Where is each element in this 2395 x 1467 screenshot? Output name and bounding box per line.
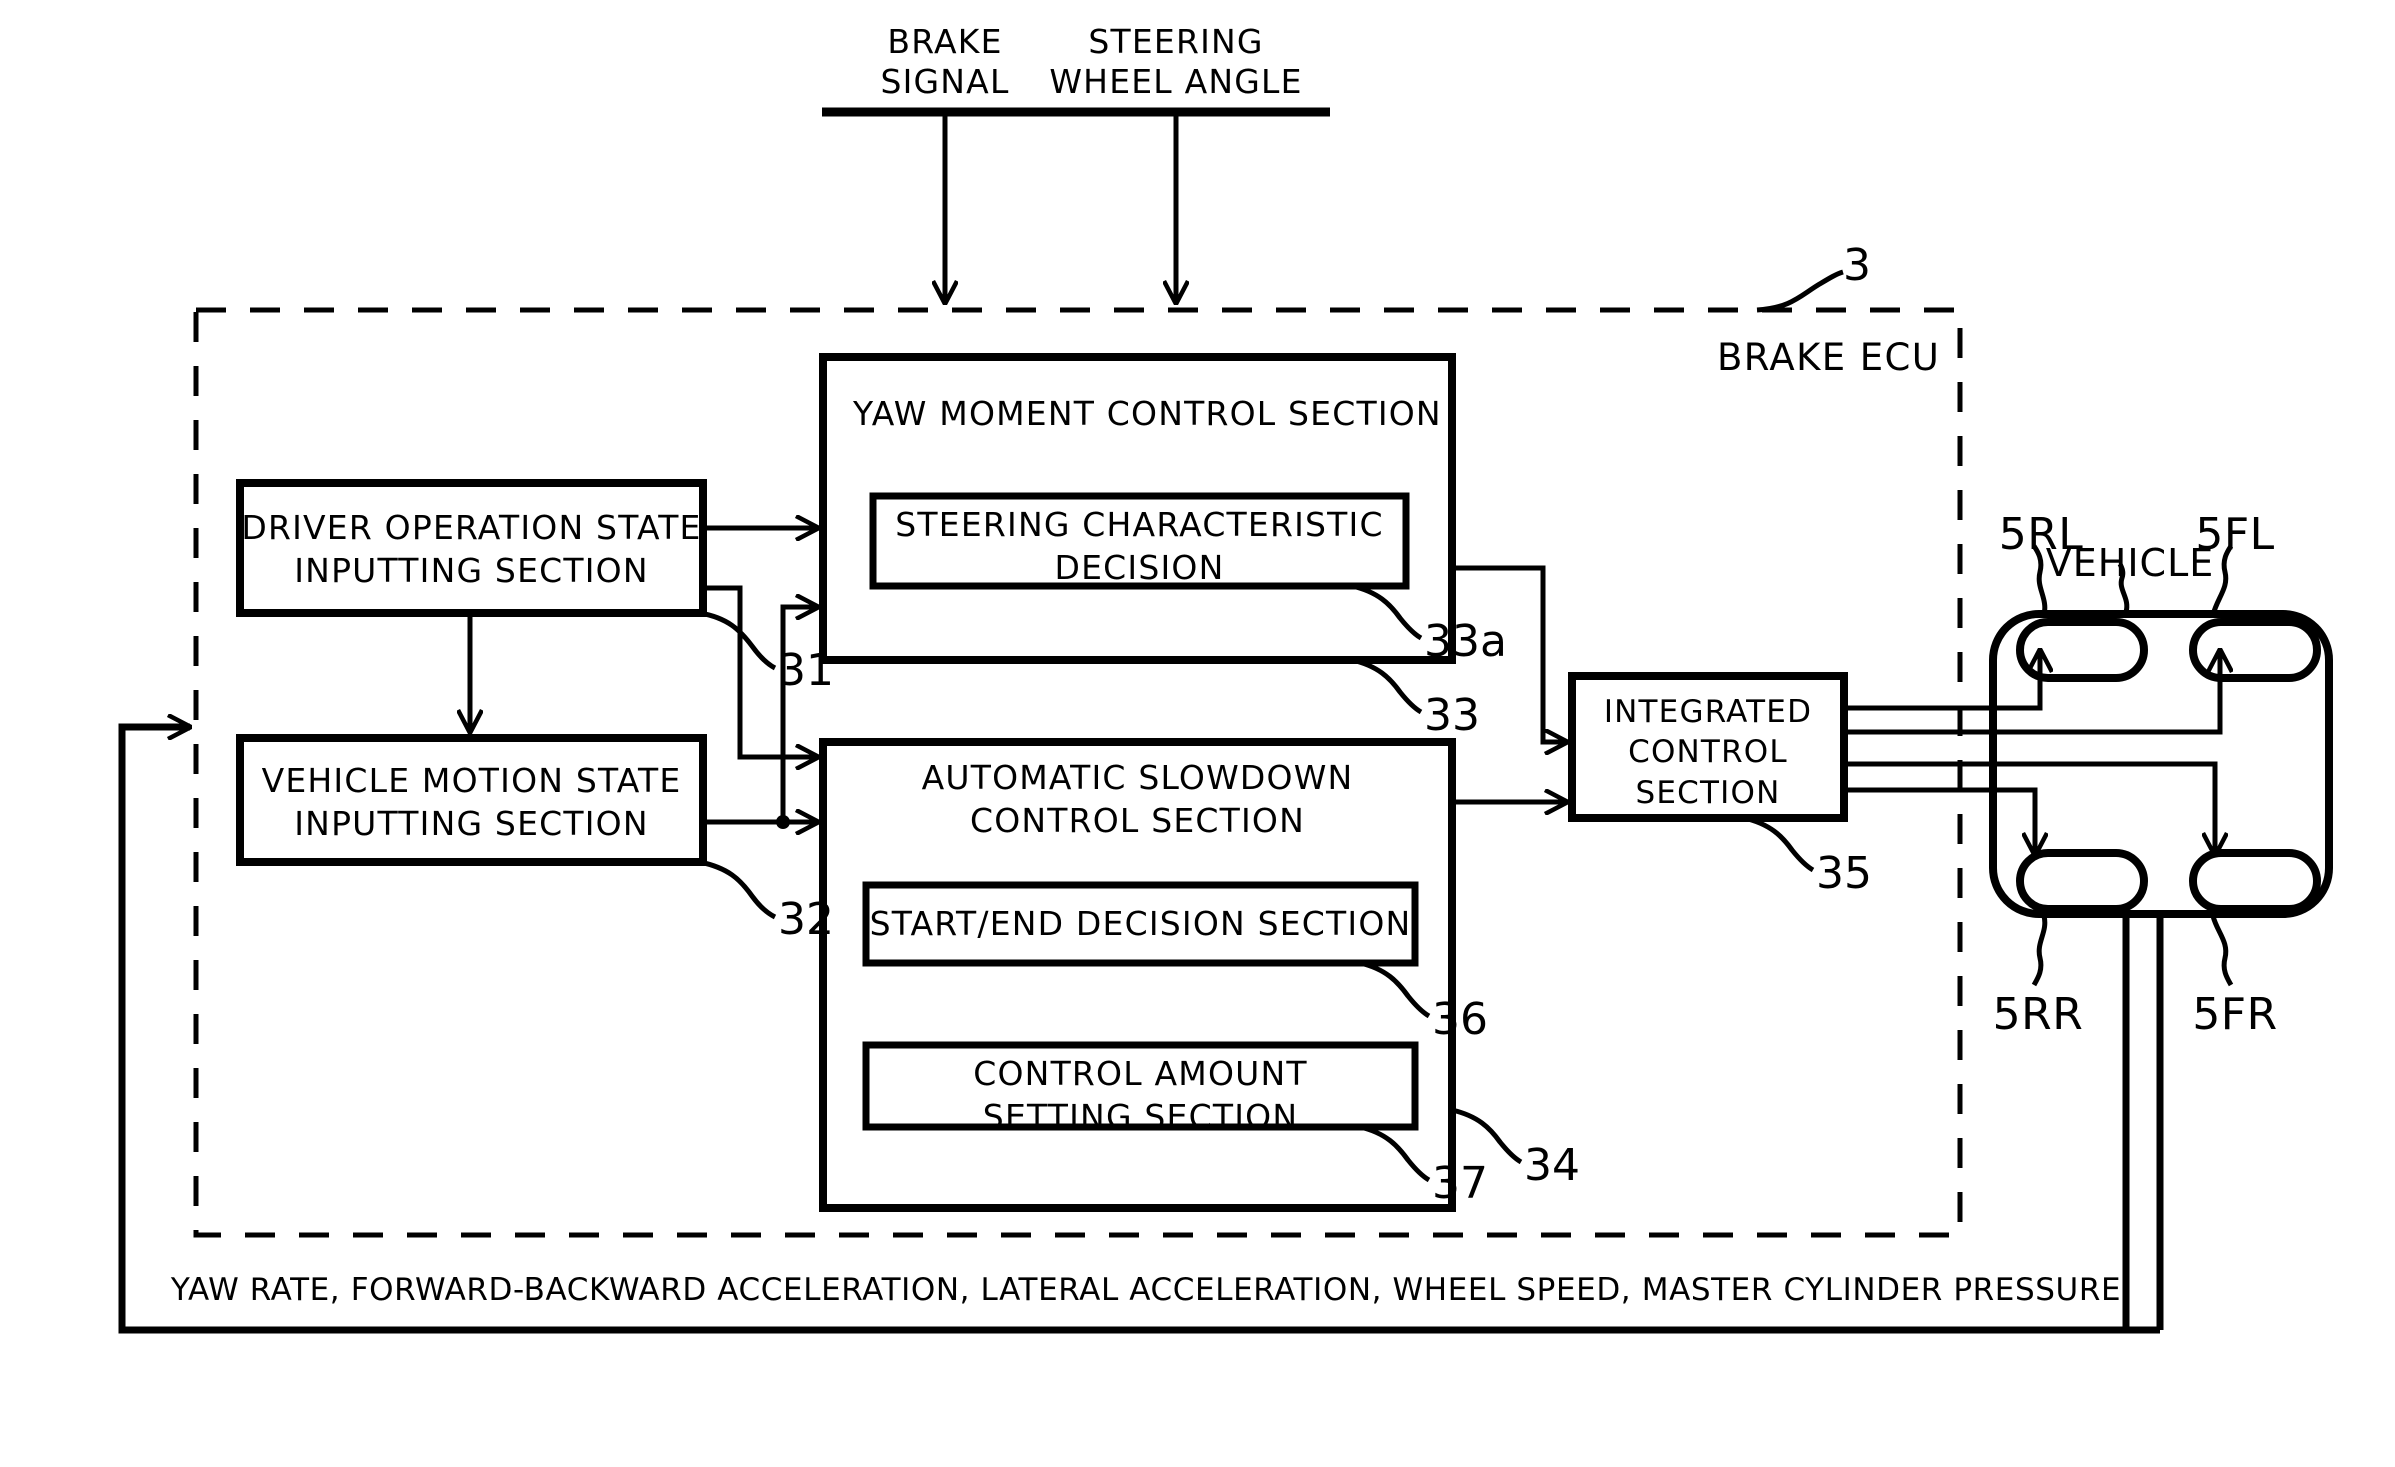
- block-steering-characteristic-decision: [869, 492, 1410, 590]
- ref-5fr-leader: [2210, 915, 2234, 987]
- ref-31: 31: [778, 645, 834, 696]
- wheel-front-left: [2189, 618, 2321, 682]
- ref-35-leader: [1743, 815, 1815, 873]
- ref-36: 36: [1432, 994, 1488, 1045]
- ref-33a-leader: [1351, 583, 1423, 641]
- ref-37-leader: [1359, 1124, 1431, 1183]
- block-yaw-moment-control: [819, 353, 1456, 664]
- ref-3: 3: [1843, 240, 1871, 291]
- link-35-to-wheel-rr: [1844, 787, 2035, 855]
- block-control-amount-setting: [862, 1041, 1419, 1131]
- ref-36-leader: [1359, 960, 1431, 1019]
- diagram-lines: [118, 107, 2333, 1334]
- wheel-front-right: [2189, 849, 2321, 913]
- ecu-ref-leader: [1756, 269, 1844, 313]
- ref-5fr: 5FR: [2192, 989, 2278, 1040]
- link-35-to-wheel-rl: [1844, 650, 2040, 711]
- ref-35: 35: [1816, 848, 1872, 899]
- ref-5rr: 5RR: [1992, 989, 2084, 1040]
- link-35-to-wheel-fl: [1844, 650, 2220, 735]
- figure-canvas: BRAKE SIGNAL STEERING WHEEL ANGLE 3 BRAK…: [0, 0, 2395, 1467]
- block-driver-operation-state: [236, 479, 707, 617]
- link-35-to-wheel-fr: [1844, 761, 2215, 855]
- brake-ecu-boundary: [193, 307, 1963, 1238]
- junction-dot-32: [776, 815, 790, 829]
- ref-33-leader: [1351, 657, 1423, 715]
- ref-33a: 33a: [1424, 616, 1507, 667]
- block-vehicle-motion-state: [236, 734, 707, 866]
- brake-ecu-label: BRAKE ECU: [1717, 336, 1941, 379]
- ref-37: 37: [1432, 1158, 1488, 1209]
- vehicle-label: VEHICLE: [2045, 541, 2215, 585]
- ref-34: 34: [1524, 1140, 1580, 1191]
- ref-33: 33: [1424, 690, 1480, 741]
- ref-32-leader: [699, 859, 777, 920]
- block-start-end-decision: [862, 881, 1419, 967]
- ref-5rr-leader: [2031, 915, 2048, 987]
- feedback-signal-label: YAW RATE, FORWARD-BACKWARD ACCELERATION,…: [170, 1272, 2122, 1308]
- block-automatic-slowdown-control: [819, 738, 1456, 1212]
- ref-34-leader: [1451, 1107, 1523, 1165]
- block-integrated-control: [1568, 672, 1848, 822]
- wheel-rear-right: [2016, 849, 2148, 913]
- input-label-steering-wheel-angle: STEERING WHEEL ANGLE: [1049, 22, 1303, 102]
- link-32-to-33: [703, 607, 818, 825]
- input-label-brake-signal: BRAKE SIGNAL: [880, 22, 1010, 102]
- ref-32: 32: [778, 894, 834, 945]
